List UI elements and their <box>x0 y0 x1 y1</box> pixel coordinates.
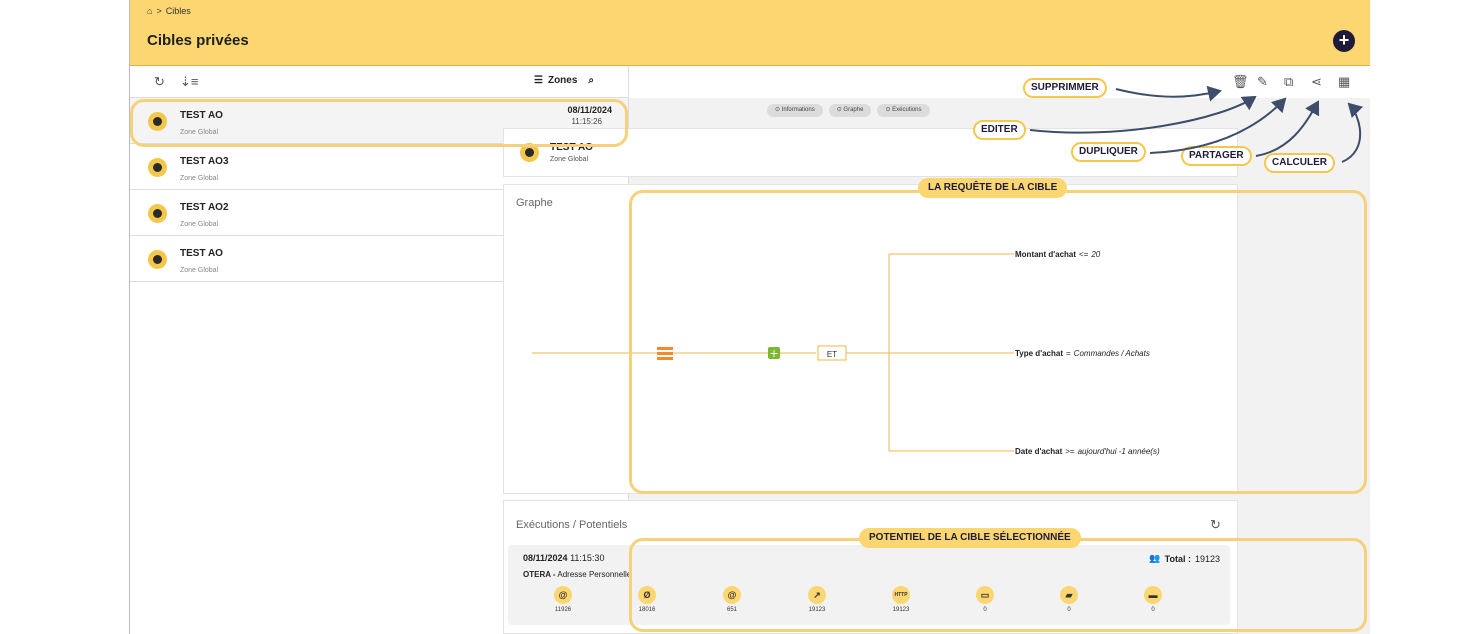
callout-editer: EDITER <box>973 120 1026 140</box>
target-date: 08/11/2024 <box>567 105 612 115</box>
potential-stat: HTTP 19123 <box>881 586 921 613</box>
executions-title: Exécutions / Potentiels <box>516 519 628 531</box>
target-name: TEST AO3 <box>180 156 229 167</box>
edit-icon[interactable]: ✎ <box>1257 74 1268 90</box>
add-node-icon[interactable]: + <box>768 347 780 360</box>
potential-stat: ↗ 19123 <box>797 586 837 613</box>
target-avatar <box>148 112 167 131</box>
page-title: Cibles privées <box>147 32 249 49</box>
banner-requete: LA REQUÊTE DE LA CIBLE <box>918 178 1068 198</box>
target-zone: Zone Global <box>180 129 219 136</box>
tab-graphe[interactable]: ⊙ Graphe <box>828 104 872 117</box>
at-icon: @ <box>554 586 572 604</box>
stat-value: 19123 <box>808 607 826 613</box>
banner-potentiel: POTENTIEL DE LA CIBLE SÉLECTIONNÉE <box>859 528 1081 548</box>
calculator-icon[interactable]: ▦ <box>1338 74 1350 90</box>
message-icon: ▭ <box>976 586 994 604</box>
execution-source: OTERA - Adresse Personnelle <box>523 570 632 579</box>
detail-tabs: ⊙ Informations ⊙ Graphe ⊙ Exécutions <box>767 104 930 117</box>
breadcrumb-separator: > <box>156 6 162 16</box>
delete-icon[interactable]: 🗑 <box>1232 74 1249 90</box>
potential-stat: Ø 18016 <box>627 586 667 613</box>
svg-text:+: + <box>769 347 778 360</box>
stat-value: 0 <box>1151 607 1155 613</box>
refresh-icon[interactable]: ↻ <box>154 74 165 90</box>
execution-total: 👥 Total : 19123 <box>1149 553 1220 564</box>
executions-card: Exécutions / Potentiels ↻ 08/11/2024 11:… <box>503 500 1238 634</box>
breadcrumb: ⌂ > Cibles <box>147 6 191 16</box>
chevron-circle-icon: ⊙ <box>775 107 782 113</box>
stat-value: 651 <box>726 607 737 613</box>
selected-target-name: TEST AO <box>550 142 593 153</box>
zones-filter[interactable]: ☰ Zones ⌕ <box>534 75 594 86</box>
list-node-icon[interactable] <box>657 347 673 360</box>
stat-value: 11926 <box>554 607 572 613</box>
target-time: 11:15:26 <box>571 117 602 126</box>
potential-stat: ▬ 0 <box>1133 586 1173 613</box>
add-target-button[interactable]: + <box>1333 30 1355 52</box>
target-avatar <box>148 158 167 177</box>
search-icon[interactable]: ⌕ <box>588 75 594 86</box>
message-filled-icon: ▰ <box>1060 586 1078 604</box>
card-icon: ▬ <box>1144 586 1162 604</box>
http-icon: HTTP <box>892 586 910 604</box>
users-icon: 👥 <box>1149 553 1161 563</box>
callout-calculer: CALCULER <box>1264 153 1335 173</box>
stat-value: 0 <box>983 607 987 613</box>
tab-informations[interactable]: ⊙ Informations <box>767 104 823 117</box>
executions-refresh-icon[interactable]: ↻ <box>1210 517 1221 533</box>
query-graph: + ET Montant d'achat <= 20 Type d'achat = Co… <box>532 250 1160 456</box>
callout-partager: PARTAGER <box>1181 146 1252 166</box>
at-blocked-icon: Ø <box>638 586 656 604</box>
target-avatar <box>148 204 167 223</box>
duplicate-icon[interactable]: ⧉ <box>1284 74 1293 90</box>
sort-icon[interactable]: ⇣≡ <box>180 74 198 90</box>
tab-excutions[interactable]: ⊙ Exécutions <box>877 104 930 117</box>
target-name: TEST AO <box>180 110 223 121</box>
target-avatar <box>520 143 539 162</box>
zones-label: Zones <box>547 75 578 86</box>
stat-value: 19123 <box>892 607 910 613</box>
execution-row[interactable]: 08/11/2024 11:15:30 OTERA - Adresse Pers… <box>508 545 1230 625</box>
list-toolbar: ↻ ⇣≡ ☰ Zones ⌕ <box>130 66 628 98</box>
callout-dupliquer: DUPLIQUER <box>1071 142 1146 162</box>
potential-stat: @651 <box>712 586 752 613</box>
condition-3[interactable]: Date d'achat >= aujourd'hui -1 année(s) <box>1015 447 1160 456</box>
target-zone: Zone Global <box>180 221 219 228</box>
stat-value: 18016 <box>638 607 656 613</box>
share-icon[interactable]: ⋖ <box>1311 74 1322 90</box>
operator-label: ET <box>827 350 837 359</box>
target-name: TEST AO2 <box>180 202 229 213</box>
potential-stat: ▰ 0 <box>1049 586 1089 613</box>
execution-datetime: 08/11/2024 11:15:30 <box>523 553 605 563</box>
selected-target-zone: Zone Global <box>550 156 589 163</box>
target-zone: Zone Global <box>180 175 219 182</box>
potential-stat: @11926 <box>543 586 583 613</box>
condition-2[interactable]: Type d'achat = Commandes / Achats <box>1015 349 1150 358</box>
at-outline-icon: @ <box>723 586 741 604</box>
graph-card: Graphe + ET Montant d'achat <= 20 Type d'a… <box>503 184 1238 494</box>
condition-1[interactable]: Montant d'achat <= 20 <box>1015 250 1101 259</box>
potential-stat: ▭ 0 <box>965 586 1005 613</box>
breadcrumb-current[interactable]: Cibles <box>166 6 191 16</box>
target-name: TEST AO <box>180 248 223 259</box>
home-icon[interactable]: ⌂ <box>147 6 152 16</box>
target-avatar <box>148 250 167 269</box>
target-zone: Zone Global <box>180 267 219 274</box>
header-bar: ⌂ > Cibles Cibles privées + <box>130 0 1370 66</box>
filter-icon[interactable]: ☰ <box>534 75 543 86</box>
callout-supprimer: SUPPRIMMER <box>1023 78 1107 98</box>
share-icon: ↗ <box>808 586 826 604</box>
stat-value: 0 <box>1067 607 1071 613</box>
